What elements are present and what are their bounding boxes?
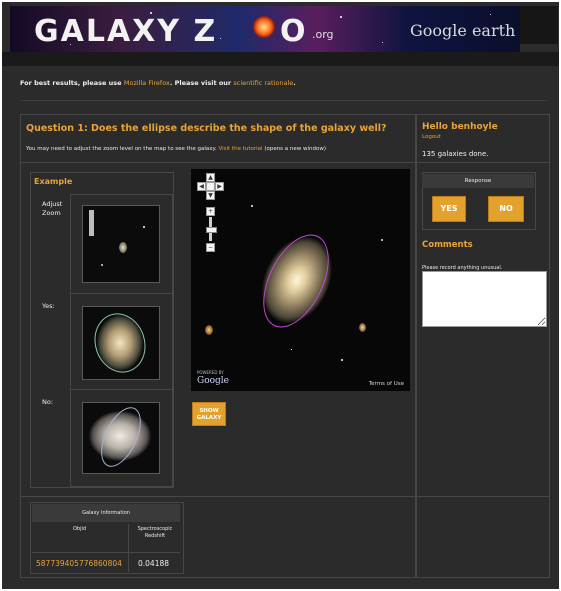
- nav-strip: [2, 52, 559, 66]
- pan-left-icon[interactable]: ◀: [197, 182, 206, 191]
- logo-org-suffix: .org: [312, 28, 334, 41]
- galaxy-info-header: Galaxy Information: [32, 504, 180, 522]
- table-divider: [32, 552, 180, 553]
- google-earth-logo: Google earth: [410, 21, 516, 40]
- example-label-adjust-zoom: Adjust Zoom: [42, 200, 63, 217]
- powered-by-label: POWERED BY: [197, 370, 224, 375]
- logo-galaxy-o-icon: [253, 16, 275, 38]
- redshift-header: Spectroscopic Redshift: [130, 526, 180, 540]
- galaxy-zoo-logo[interactable]: GALAXY Z: [34, 14, 217, 49]
- zoom-in-icon[interactable]: +: [206, 207, 215, 216]
- redshift-header-line1: Spectroscopic: [137, 526, 173, 532]
- background-object: [205, 325, 213, 335]
- zoom-slider-handle[interactable]: [206, 227, 217, 233]
- zoom-slider-icon: [89, 210, 94, 236]
- comments-title: Comments: [422, 240, 473, 250]
- redshift-header-line2: Redshift: [144, 533, 166, 539]
- pan-right-icon[interactable]: ▶: [215, 182, 224, 191]
- hint-suffix: (opens a new window): [264, 146, 327, 152]
- browser-notice: For best results, please use Mozilla Fir…: [20, 79, 296, 87]
- scientific-rationale-link[interactable]: scientific rationale: [233, 79, 293, 87]
- response-header: Response: [422, 174, 534, 188]
- example-no-image: [82, 402, 160, 474]
- hint-text: You may need to adjust the zoom level on…: [26, 146, 217, 152]
- tutorial-link[interactable]: Visit the tutorial: [218, 146, 262, 152]
- pan-up-icon[interactable]: ▲: [206, 173, 215, 182]
- yes-button[interactable]: YES: [432, 196, 466, 222]
- example-zoom-image: [82, 205, 160, 283]
- question-title: Question 1: Does the ellipse describe th…: [26, 123, 387, 134]
- galaxy-zoo-banner: GALAXY Z O .org Google earth: [10, 6, 520, 52]
- comments-textarea[interactable]: [422, 271, 547, 327]
- objid-link[interactable]: 587739405776860804: [36, 559, 122, 568]
- logout-link[interactable]: Logout: [422, 134, 441, 140]
- question-panel: [20, 114, 416, 163]
- show-galaxy-line1: SHOW: [199, 408, 219, 414]
- page: GALAXY Z O .org Google earth For best re…: [2, 2, 559, 589]
- divider: [20, 100, 548, 101]
- redshift-value: 0.04188: [138, 559, 170, 568]
- firefox-link[interactable]: Mozilla Firefox: [124, 79, 170, 87]
- example-title: Example: [34, 177, 73, 186]
- notice-prefix: For best results, please use: [20, 79, 122, 87]
- pan-center-icon[interactable]: [206, 182, 215, 191]
- example-yes-image: [82, 306, 160, 380]
- small-galaxy: [119, 242, 127, 253]
- galaxy-map[interactable]: ▲ ◀ ▶ ▼ + − POWERED BY Google Terms of U…: [191, 169, 410, 391]
- galaxies-done-count: 135 galaxies done.: [422, 150, 489, 158]
- example-label-no: No:: [42, 398, 54, 406]
- user-greeting: Hello benhoyle: [422, 122, 498, 132]
- question-hint: You may need to adjust the zoom level on…: [26, 146, 326, 152]
- info-side-panel: [416, 496, 550, 578]
- no-button[interactable]: NO: [488, 196, 524, 222]
- example-label-yes: Yes:: [42, 302, 55, 310]
- ellipse-yes: [86, 307, 154, 379]
- show-galaxy-button[interactable]: SHOW GALAXY: [192, 402, 226, 426]
- notice-middle: . Please visit our: [169, 79, 232, 87]
- logo-second-o: O: [280, 14, 308, 49]
- objid-header: Objid: [72, 526, 87, 532]
- terms-of-use-link[interactable]: Terms of Use: [369, 381, 404, 387]
- show-galaxy-line2: GALAXY: [196, 415, 222, 421]
- table-divider: [128, 524, 129, 572]
- banner-tail: [520, 6, 558, 44]
- google-logo[interactable]: Google: [197, 376, 229, 386]
- pan-down-icon[interactable]: ▼: [206, 191, 215, 200]
- notice-suffix: .: [293, 79, 296, 87]
- zoom-out-icon[interactable]: −: [206, 243, 215, 252]
